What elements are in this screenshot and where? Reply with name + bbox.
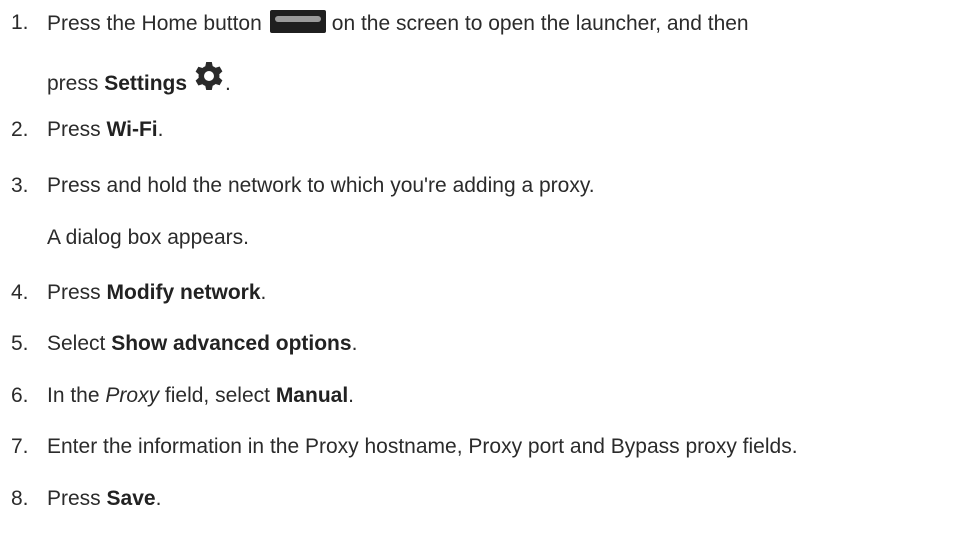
step-italic-term: Proxy — [105, 384, 160, 407]
step-note: A dialog box appears. — [47, 226, 249, 249]
step-bold-term: Save — [106, 487, 156, 510]
home-button-icon — [269, 10, 326, 33]
step-number: 7. — [11, 435, 29, 458]
step-text: . — [157, 118, 164, 141]
step-bold-term: Show advanced options — [111, 332, 352, 355]
step-bold-term: Wi-Fi — [106, 118, 158, 141]
step-bold-term: Settings — [104, 72, 188, 95]
step-text: . — [225, 72, 231, 95]
step-text: . — [348, 384, 354, 407]
step-text: Enter the information in the Proxy hostn… — [47, 435, 798, 458]
step-text: . — [351, 332, 358, 355]
step-text: field, select — [159, 384, 276, 407]
step-number: 4. — [11, 281, 29, 304]
step-bold-term: Modify network — [106, 281, 261, 304]
step-text: Press and hold the network to which you'… — [47, 174, 595, 197]
step-text: Select — [47, 332, 112, 355]
step-number: 2. — [11, 118, 29, 141]
step-number: 6. — [11, 384, 29, 407]
step-number: 3. — [11, 174, 29, 197]
step-text: Press — [47, 487, 107, 510]
step-text: press — [47, 72, 105, 95]
gear-icon — [195, 62, 223, 90]
step-text: . — [155, 487, 162, 510]
step-number: 8. — [11, 487, 29, 510]
step-number: 5. — [11, 332, 29, 355]
step-text: . — [260, 281, 267, 304]
step-text: Press — [47, 281, 107, 304]
step-bold-term: Manual — [275, 384, 349, 407]
step-text: In the — [47, 384, 106, 407]
step-text: on the screen to open the launcher, and … — [331, 12, 749, 35]
step-number: 1. — [11, 11, 29, 34]
step-text: Press — [47, 118, 107, 141]
step-text: Press the Home button — [47, 12, 262, 35]
